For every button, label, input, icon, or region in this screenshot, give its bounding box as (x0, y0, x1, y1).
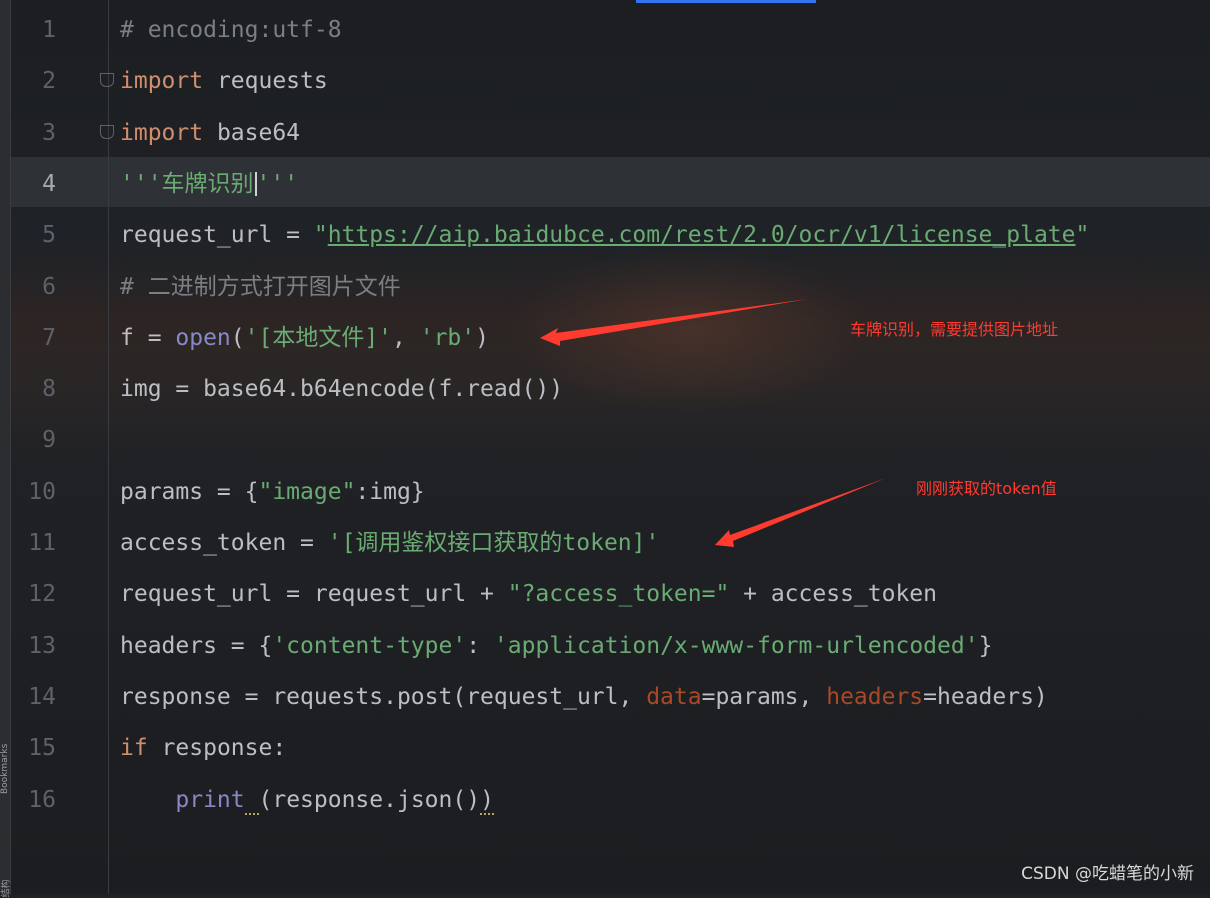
arrow-1 (540, 299, 808, 346)
csdn-watermark: CSDN @吃蜡笔的小新 (1021, 864, 1194, 884)
arrow-1-label: 车牌识别，需要提供图片地址 (850, 320, 1059, 339)
annotation-layer (540, 299, 886, 547)
arrow-2-label: 刚刚获取的token值 (916, 479, 1057, 498)
arrow-2 (715, 478, 886, 547)
arrow-1-shape (540, 299, 808, 346)
arrow-2-shape (715, 478, 886, 547)
